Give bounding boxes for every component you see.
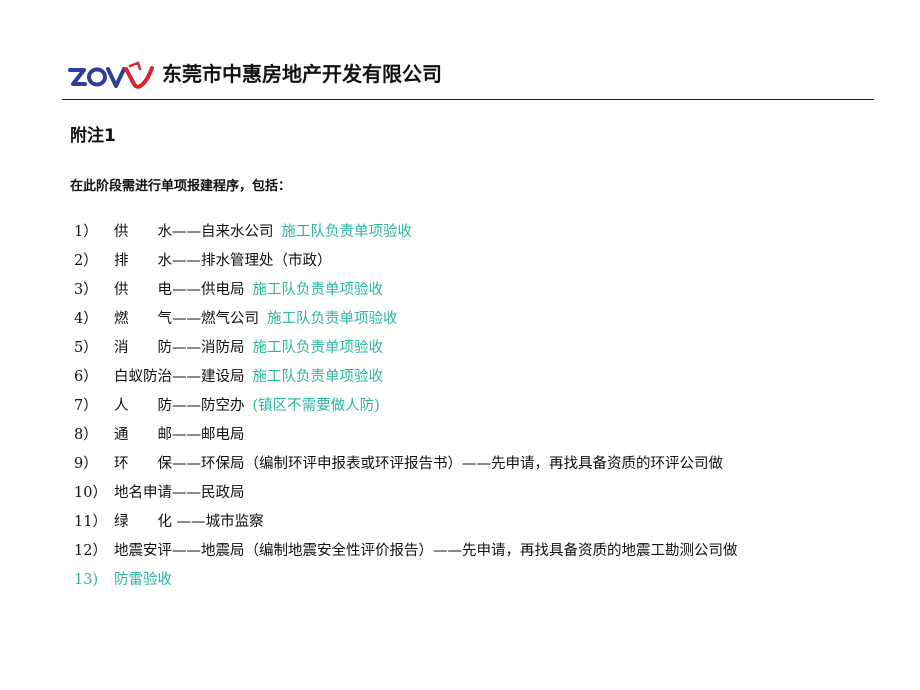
item-note: 施工队负责单项验收 bbox=[252, 369, 384, 385]
item-number: 4） bbox=[74, 311, 98, 327]
item-text: 绿 化 ——城市监察 bbox=[114, 514, 264, 530]
list-item: 12） 地震安评——地震局（编制地震安全性评价报告）——先申请，再找具备资质的地… bbox=[74, 537, 874, 566]
item-text: 排 水——排水管理处（市政） bbox=[114, 253, 332, 269]
zovy-logo bbox=[68, 61, 154, 89]
list-item: 8） 通 邮——邮电局 bbox=[74, 421, 874, 450]
item-text: 供 水——自来水公司 bbox=[114, 224, 274, 240]
item-note: 施工队负责单项验收 bbox=[281, 224, 413, 240]
item-text: 白蚁防治——建设局 bbox=[114, 369, 245, 385]
item-number: 6） bbox=[74, 369, 98, 385]
item-text: 地震安评——地震局（编制地震安全性评价报告）——先申请，再找具备资质的地震工勘测… bbox=[114, 543, 738, 559]
item-text: 地名申请——民政局 bbox=[114, 485, 245, 501]
list-item: 10） 地名申请——民政局 bbox=[74, 479, 874, 508]
header-divider bbox=[62, 99, 874, 100]
list-item: 11） 绿 化 ——城市监察 bbox=[74, 508, 874, 537]
item-number: 3） bbox=[74, 282, 98, 298]
item-number: 2） bbox=[74, 253, 98, 269]
item-note: (镇区不需要做人防) bbox=[252, 398, 380, 414]
item-number: 7） bbox=[74, 398, 98, 414]
list-item: 13) 防雷验收 bbox=[74, 566, 874, 595]
procedure-list: 1） 供 水——自来水公司 施工队负责单项验收 2） 排 水——排水管理处（市政… bbox=[74, 218, 874, 595]
item-number: 1） bbox=[74, 224, 98, 240]
item-text: 通 邮——邮电局 bbox=[114, 427, 245, 443]
list-item: 7） 人 防——防空办 (镇区不需要做人防) bbox=[74, 392, 874, 421]
item-text: 消 防——消防局 bbox=[114, 340, 245, 356]
list-item: 5） 消 防——消防局 施工队负责单项验收 bbox=[74, 334, 874, 363]
item-number: 13) bbox=[74, 572, 99, 588]
company-name: 东莞市中惠房地产开发有限公司 bbox=[162, 62, 442, 86]
item-note: 施工队负责单项验收 bbox=[252, 340, 384, 356]
list-item: 2） 排 水——排水管理处（市政） bbox=[74, 247, 874, 276]
item-text: 供 电——供电局 bbox=[114, 282, 245, 298]
list-item: 9） 环 保——环保局（编制环评申报表或环评报告书）——先申请，再找具备资质的环… bbox=[74, 450, 874, 479]
item-number: 8） bbox=[74, 427, 98, 443]
item-text: 人 防——防空办 bbox=[114, 398, 245, 414]
list-item: 6） 白蚁防治——建设局 施工队负责单项验收 bbox=[74, 363, 874, 392]
item-number: 12） bbox=[74, 543, 107, 559]
item-number: 10） bbox=[74, 485, 107, 501]
item-note: 施工队负责单项验收 bbox=[267, 311, 398, 327]
item-text: 防雷验收 bbox=[114, 572, 172, 588]
item-note: 施工队负责单项验收 bbox=[252, 282, 384, 298]
item-number: 9） bbox=[74, 456, 98, 472]
list-item: 4） 燃 气——燃气公司 施工队负责单项验收 bbox=[74, 305, 874, 334]
list-item: 3） 供 电——供电局 施工队负责单项验收 bbox=[74, 276, 874, 305]
item-text: 环 保——环保局（编制环评申报表或环评报告书）——先申请，再找具备资质的环评公司… bbox=[114, 456, 723, 472]
item-text: 燃 气——燃气公司 bbox=[114, 311, 259, 327]
item-number: 11） bbox=[74, 514, 107, 530]
intro-text: 在此阶段需进行单项报建程序，包括： bbox=[70, 179, 292, 194]
list-item: 1） 供 水——自来水公司 施工队负责单项验收 bbox=[74, 218, 874, 247]
item-number: 5） bbox=[74, 340, 98, 356]
page-title: 附注1 bbox=[70, 126, 116, 146]
